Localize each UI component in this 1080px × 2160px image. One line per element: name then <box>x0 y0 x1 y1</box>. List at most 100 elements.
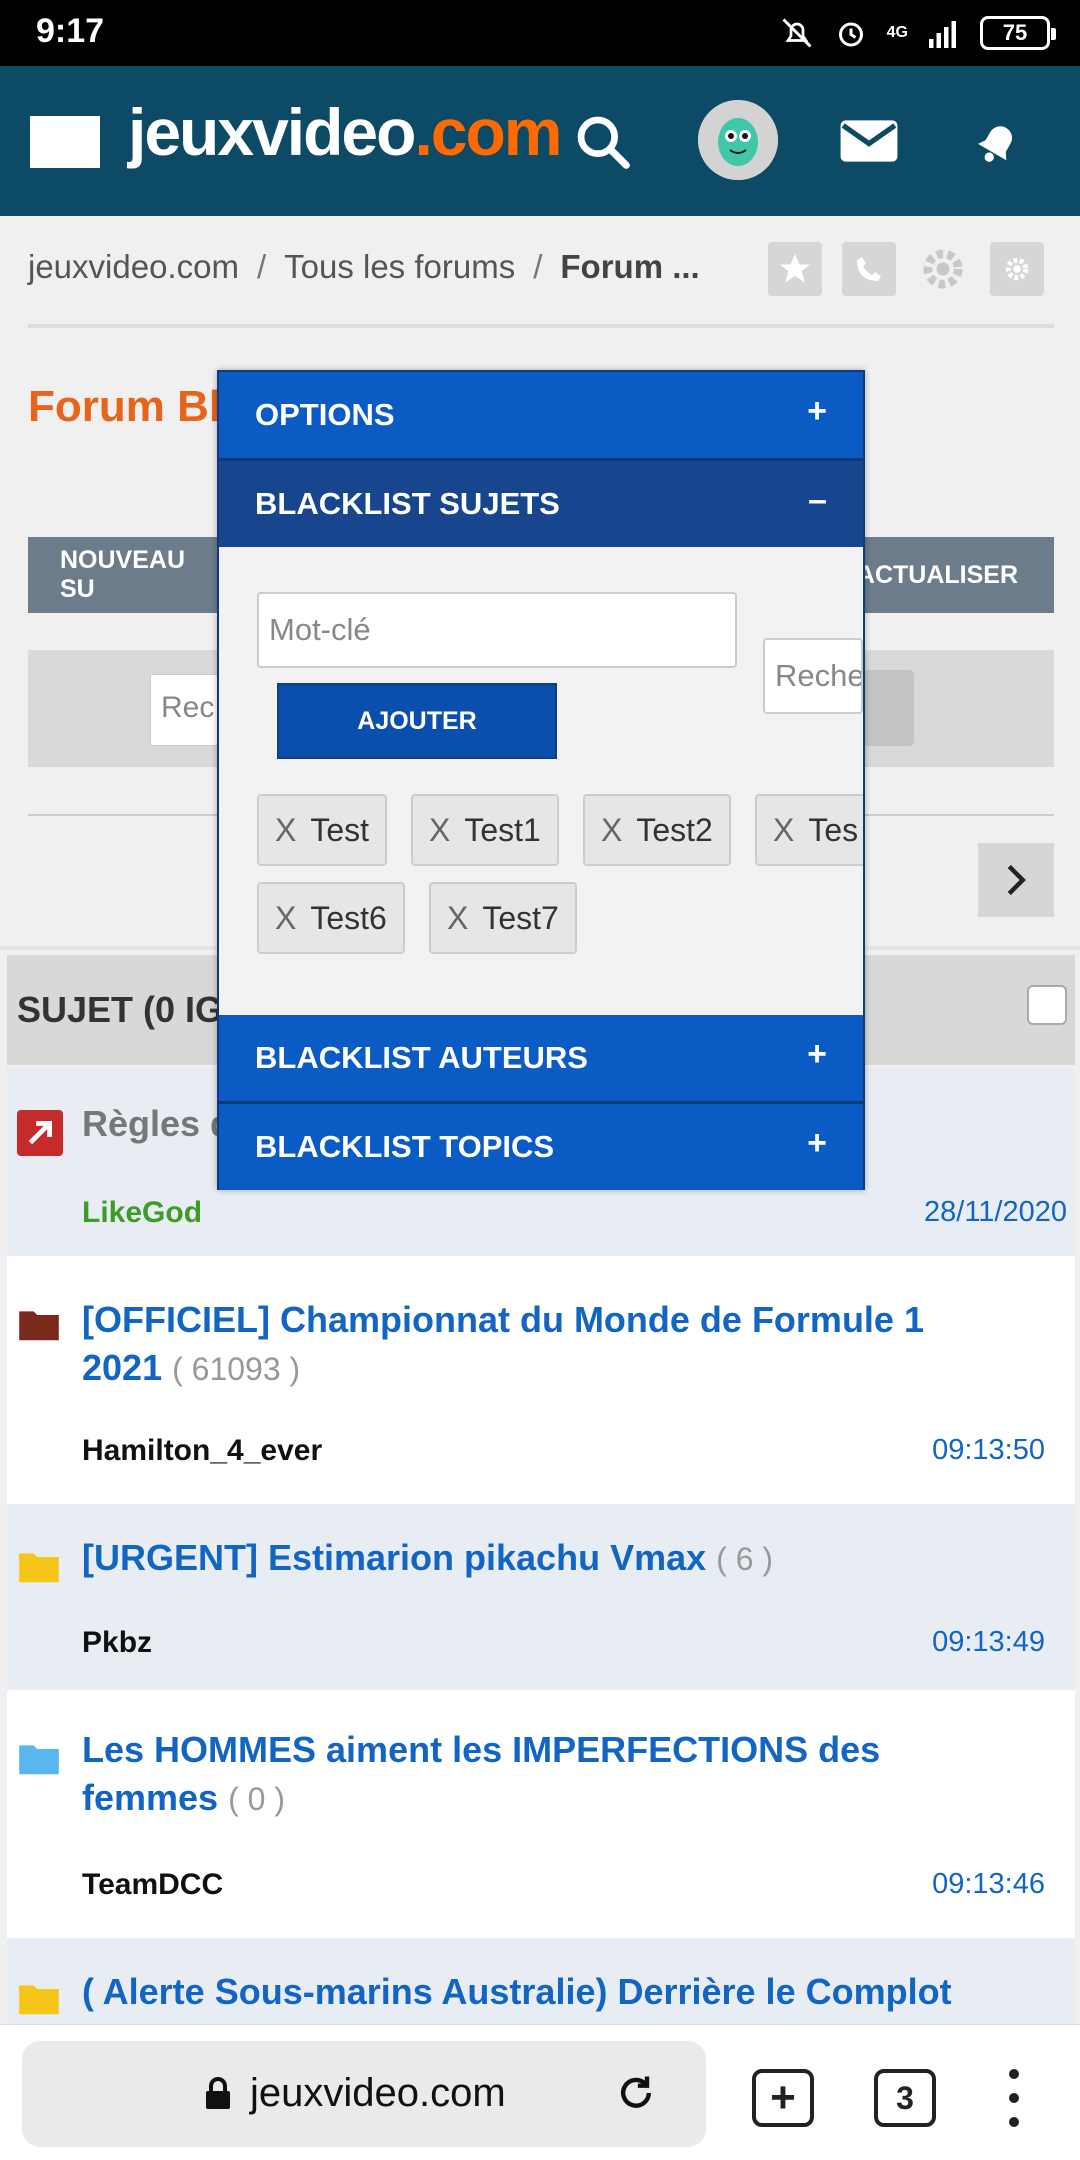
remove-tag-icon[interactable]: X <box>447 900 468 937</box>
browser-menu-button[interactable] <box>1000 2069 1028 2129</box>
blacklist-search-input[interactable]: Reche <box>763 638 863 714</box>
notify-button[interactable] <box>842 242 896 296</box>
dot <box>1009 2093 1019 2103</box>
signal-icon <box>929 21 956 48</box>
breadcrumb-home[interactable]: jeuxvideo.com <box>28 248 239 285</box>
url-text: jeuxvideo.com <box>250 2071 506 2115</box>
chevron-right-icon <box>1007 864 1026 896</box>
keyword-tag[interactable]: X Test6 <box>257 882 405 954</box>
remove-tag-icon[interactable]: X <box>275 900 296 937</box>
search-icon[interactable] <box>572 111 634 173</box>
bell-icon[interactable] <box>970 114 1026 170</box>
next-page-button[interactable] <box>978 843 1054 917</box>
topic-date: 09:13:46 <box>932 1868 1045 1900</box>
settings-button[interactable] <box>916 242 970 296</box>
lock-icon <box>206 2077 230 2109</box>
mail-icon[interactable] <box>838 116 900 166</box>
gear-icon <box>923 249 963 289</box>
topic-reply-count: ( 0 ) <box>228 1781 285 1817</box>
new-topic-button[interactable]: NOUVEAU SU <box>28 537 248 613</box>
keyword-input[interactable]: Mot-clé <box>257 592 737 668</box>
expand-icon: + <box>807 1035 827 1073</box>
blacklist-settings-button[interactable] <box>990 242 1044 296</box>
network-label: 4G <box>886 24 908 41</box>
forum-title: Forum Bla <box>28 382 246 431</box>
remove-tag-icon[interactable]: X <box>275 812 296 849</box>
topic-reply-count: ( 6 ) <box>716 1541 774 1577</box>
topic-title[interactable]: [OFFICIEL] Championnat du Monde de Formu… <box>82 1296 982 1393</box>
topic-row[interactable]: Les HOMMES aiment les IMPERFECTIONS des … <box>7 1690 1075 1938</box>
topic-reply-count: ( 61093 ) <box>172 1351 301 1387</box>
site-header: jeuxvideo.com <box>0 66 1080 216</box>
phone-signal-icon <box>857 257 881 281</box>
breadcrumb-separator: / <box>533 248 543 285</box>
tab-switcher-button[interactable]: 3 <box>874 2069 936 2127</box>
logo-main: jeuxvideo <box>128 95 416 169</box>
page: 9:17 4G 75 jeuxvideo.com jeuxvideo.com / T… <box>0 0 1080 2160</box>
keyword-tag[interactable]: X Test <box>257 794 388 866</box>
alarm-icon <box>838 22 863 47</box>
blacklist-subjects-accordion-header[interactable]: BLACKLIST SUJETS – <box>219 461 863 547</box>
topic-row[interactable]: [URGENT] Estimarion pikachu Vmax ( 6 ) P… <box>7 1504 1075 1690</box>
status-icons: 4G 75 <box>779 12 1056 54</box>
options-accordion-header[interactable]: OPTIONS + <box>219 372 863 458</box>
new-tab-button[interactable]: + <box>752 2069 814 2127</box>
expand-icon: + <box>807 392 827 430</box>
keyword-tags: X Test X Test1 X Test2 X Tes X Test6 X Test7 <box>257 794 863 974</box>
folder-icon <box>19 1311 59 1341</box>
topic-row[interactable]: [OFFICIEL] Championnat du Monde de Formu… <box>7 1256 1075 1504</box>
topic-author[interactable]: TeamDCC <box>82 1868 223 1902</box>
mute-icon <box>782 18 812 48</box>
blacklist-authors-accordion-header[interactable]: BLACKLIST AUTEURS + <box>219 1015 863 1101</box>
browser-toolbar: jeuxvideo.com + 3 <box>0 2024 1080 2160</box>
topic-date: 09:13:49 <box>932 1626 1045 1658</box>
select-all-checkbox[interactable] <box>1027 985 1067 1025</box>
collapse-icon: – <box>808 481 827 519</box>
status-time: 9:17 <box>36 12 105 50</box>
favorite-button[interactable] <box>768 242 822 296</box>
keyword-tag[interactable]: X Test1 <box>411 794 559 866</box>
remove-tag-icon[interactable]: X <box>773 812 794 849</box>
blacklist-topics-accordion-header[interactable]: BLACKLIST TOPICS + <box>219 1104 863 1190</box>
tag-label: Test6 <box>310 899 387 936</box>
menu-button[interactable] <box>30 116 100 168</box>
remove-tag-icon[interactable]: X <box>429 812 450 849</box>
blacklist-topics-label: BLACKLIST TOPICS <box>255 1129 555 1164</box>
divider <box>28 324 1054 328</box>
folder-icon <box>19 1745 59 1775</box>
add-keyword-button[interactable]: AJOUTER <box>277 683 557 759</box>
topic-title[interactable]: ( Alerte Sous-marins Australie) Derrière… <box>82 1968 1042 2016</box>
site-logo[interactable]: jeuxvideo.com <box>128 94 563 170</box>
keyword-tag[interactable]: X Test7 <box>429 882 577 954</box>
topic-author[interactable]: LikeGod <box>82 1196 202 1230</box>
user-avatar[interactable] <box>698 100 778 180</box>
topic-author[interactable]: Pkbz <box>82 1626 152 1660</box>
keyword-tag[interactable]: X Test2 <box>583 794 731 866</box>
expand-icon: + <box>807 1124 827 1162</box>
star-icon <box>780 254 810 283</box>
folder-icon <box>19 1553 59 1583</box>
topic-list-header-label: SUJET (0 IG <box>17 989 224 1030</box>
battery-icon: 75 <box>980 16 1056 50</box>
blacklist-authors-label: BLACKLIST AUTEURS <box>255 1040 588 1075</box>
dot <box>1009 2117 1019 2127</box>
pin-icon <box>17 1110 63 1156</box>
breadcrumb-all-forums[interactable]: Tous les forums <box>284 248 515 285</box>
remove-tag-icon[interactable]: X <box>601 812 622 849</box>
battery-level: 75 <box>1002 20 1028 45</box>
gear-icon <box>1005 257 1029 281</box>
topic-title[interactable]: [URGENT] Estimarion pikachu Vmax ( 6 ) <box>82 1534 982 1583</box>
topic-title[interactable]: Les HOMMES aiment les IMPERFECTIONS des … <box>82 1726 982 1823</box>
dot <box>1009 2069 1019 2079</box>
topic-date: 28/11/2020 <box>924 1196 1067 1228</box>
refresh-button[interactable]: ACTUALISER <box>838 537 1054 613</box>
topic-row[interactable]: ( Alerte Sous-marins Australie) Derrière… <box>7 1938 1075 2024</box>
breadcrumb-current: Forum ... <box>560 248 700 285</box>
tag-label: Test <box>310 811 370 848</box>
topic-author[interactable]: Hamilton_4_ever <box>82 1434 322 1468</box>
address-bar[interactable]: jeuxvideo.com <box>22 2041 706 2147</box>
reload-icon[interactable] <box>614 2071 658 2115</box>
logo-dot: .com <box>414 95 562 169</box>
keyword-tag[interactable]: X Tes <box>755 794 863 866</box>
topic-title-text: Les HOMMES aiment les IMPERFECTIONS des … <box>82 1729 881 1818</box>
